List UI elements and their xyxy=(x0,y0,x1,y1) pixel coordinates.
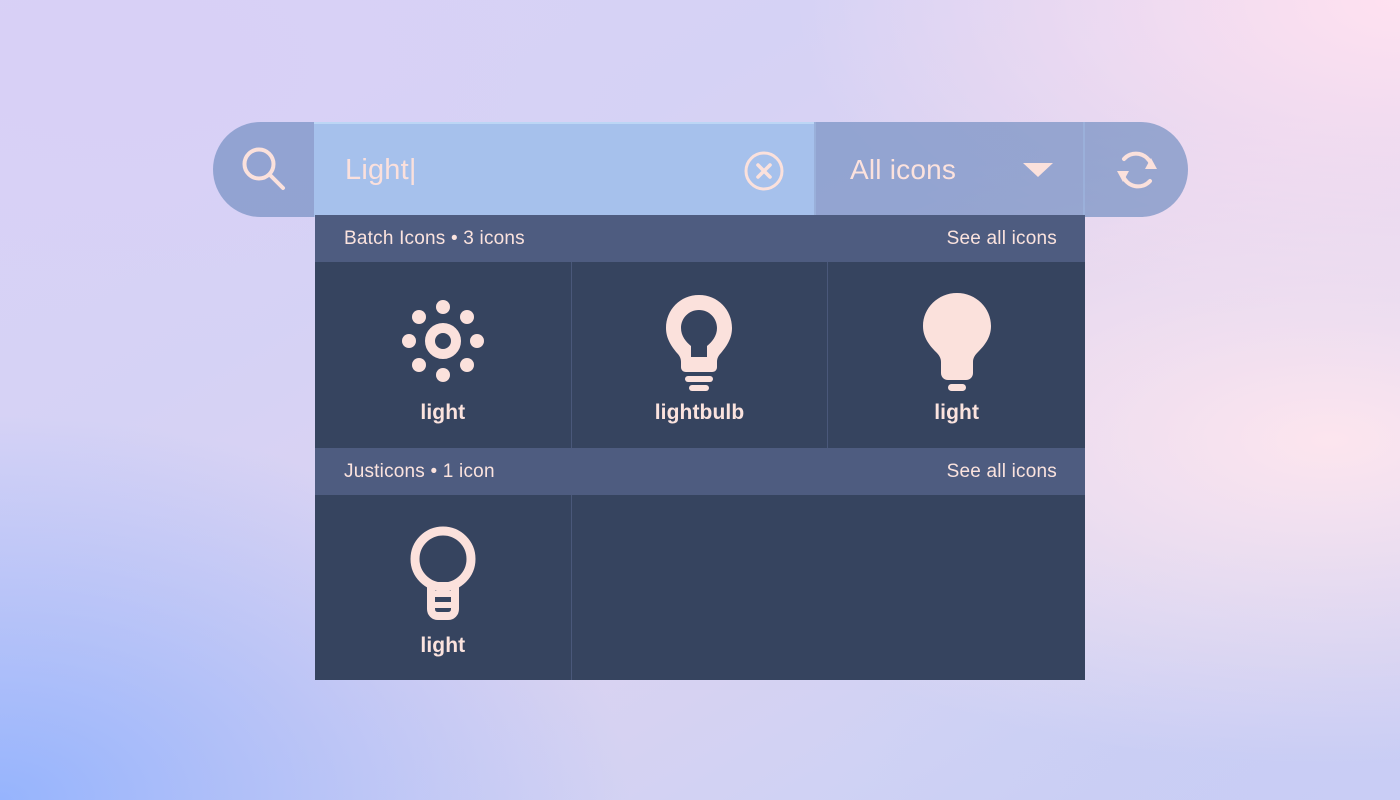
search-input[interactable]: Light| xyxy=(314,122,814,217)
icon-set-filter-dropdown[interactable]: All icons xyxy=(814,122,1085,217)
icon-label: light xyxy=(934,401,980,424)
search-bar: Light| All icons xyxy=(213,122,1188,217)
filter-selected-value: All icons xyxy=(850,153,957,185)
icon-grid: light xyxy=(315,495,1085,680)
section-title: Justicons • 1 icon xyxy=(344,460,495,482)
sun-dots-icon xyxy=(401,291,484,391)
search-results-panel: Batch Icons • 3 icons See all icons ligh… xyxy=(315,215,1085,680)
search-input-value: Light| xyxy=(345,154,417,186)
see-all-icons-link[interactable]: See all icons xyxy=(947,461,1057,483)
icon-grid-empty-cell xyxy=(572,495,829,680)
icon-grid-empty-cell xyxy=(828,495,1085,680)
clear-search-button[interactable] xyxy=(742,149,786,193)
see-all-icons-link[interactable]: See all icons xyxy=(947,228,1057,250)
section-header: Batch Icons • 3 icons See all icons xyxy=(315,215,1085,262)
icon-result-item[interactable]: light xyxy=(315,262,572,448)
icon-label: light xyxy=(420,401,466,424)
icon-result-item[interactable]: light xyxy=(315,495,572,680)
lightbulb-outline-icon xyxy=(660,291,738,391)
icon-label: lightbulb xyxy=(654,401,745,424)
icon-grid: light lightbulb light xyxy=(315,262,1085,448)
close-circle-icon xyxy=(744,151,784,190)
lightbulb-filled-icon xyxy=(920,291,994,391)
refresh-icon xyxy=(1116,151,1157,188)
icon-result-item[interactable]: light xyxy=(828,262,1085,448)
icon-label: light xyxy=(420,634,466,657)
section-header: Justicons • 1 icon See all icons xyxy=(315,448,1085,495)
search-icon-glyph xyxy=(242,147,285,190)
search-icon[interactable] xyxy=(213,122,314,217)
section-title: Batch Icons • 3 icons xyxy=(344,227,525,249)
chevron-down-icon xyxy=(1023,162,1053,177)
lightbulb-ring-icon xyxy=(407,524,479,624)
refresh-button[interactable] xyxy=(1085,122,1188,217)
icon-result-item[interactable]: lightbulb xyxy=(572,262,829,448)
